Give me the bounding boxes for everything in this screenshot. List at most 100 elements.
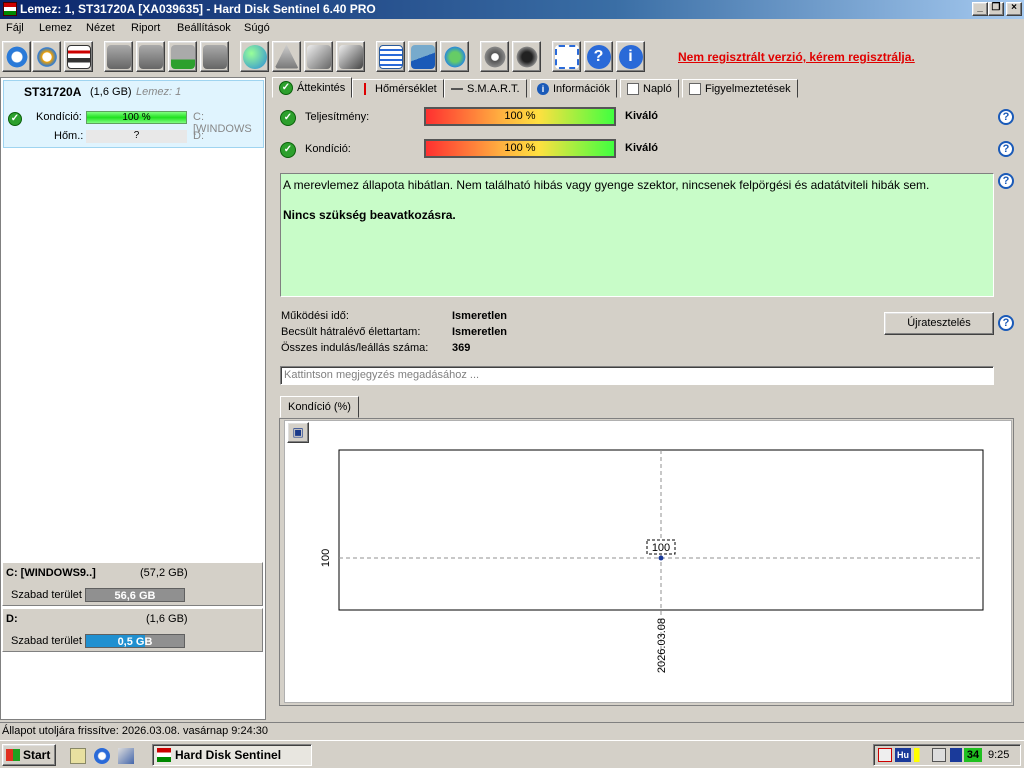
status-text: Állapot utoljára frissítve: 2026.03.08. … xyxy=(2,725,269,737)
tab-alerts[interactable]: Figyelmeztetések xyxy=(682,79,798,98)
help-icon[interactable]: ? xyxy=(998,109,1014,125)
disk-clock-icon xyxy=(138,44,163,69)
camera-icon xyxy=(554,44,579,69)
help-icon[interactable]: ? xyxy=(998,141,1014,157)
email-button[interactable] xyxy=(408,41,437,72)
disk-entry[interactable]: ST31720A (1,6 GB) Lemez: 1 ✓ Kondíció: 1… xyxy=(3,80,264,148)
tab-label: S.M.A.R.T. xyxy=(467,82,520,95)
menu-report[interactable]: Riport xyxy=(131,22,160,34)
check-icon: ✓ xyxy=(280,142,296,158)
tray-icon-2[interactable] xyxy=(932,748,946,762)
uptime-value: Ismeretlen xyxy=(452,310,508,322)
menu-help[interactable]: Súgó xyxy=(244,22,270,34)
menu-settings[interactable]: Beállítások xyxy=(177,22,231,34)
chart-tab-condition[interactable]: Kondíció (%) xyxy=(280,396,359,418)
tab-label: Hőmérséklet xyxy=(375,82,437,95)
tab-information[interactable]: i Információk xyxy=(530,79,617,98)
check-icon: ✓ xyxy=(280,110,296,126)
refresh-button[interactable] xyxy=(2,41,31,72)
volume-c-panel[interactable]: C: [WINDOWS9..] (57,2 GB) Szabad terület… xyxy=(2,562,263,606)
temperature-label: Hőm.: xyxy=(54,130,84,142)
show-desktop-icon[interactable] xyxy=(70,748,86,764)
sound-button[interactable] xyxy=(512,41,541,72)
disk-button-1[interactable] xyxy=(104,41,133,72)
disk-button-4[interactable] xyxy=(200,41,229,72)
tool-button-1[interactable] xyxy=(272,41,301,72)
taskbar-app-button[interactable]: Hard Disk Sentinel xyxy=(152,744,312,766)
note-input[interactable]: Kattintson megjegyzés megadásához ... xyxy=(280,366,994,385)
tab-temperature[interactable]: Hőmérséklet xyxy=(352,79,444,98)
gear-icon xyxy=(482,44,507,69)
volume-size: (1,6 GB) xyxy=(146,613,188,625)
volume-d-panel[interactable]: D: (1,6 GB) Szabad terület 0,5 GB xyxy=(2,608,263,652)
help-icon[interactable]: ? xyxy=(998,315,1014,331)
performance-bar: 100 % xyxy=(424,107,616,126)
network-report-button[interactable] xyxy=(440,41,469,72)
explorer-icon[interactable] xyxy=(118,748,134,764)
disk-details-icon xyxy=(66,44,91,69)
alerts-icon xyxy=(689,82,701,95)
task-label: Hard Disk Sentinel xyxy=(175,748,282,762)
check-icon: ✓ xyxy=(8,112,22,126)
performance-label: Teljesítmény: xyxy=(305,111,370,123)
browser-icon[interactable] xyxy=(94,748,110,764)
volume-d-label: D: xyxy=(193,130,204,142)
globe-icon xyxy=(242,44,267,69)
retest-button[interactable]: Újratesztelés xyxy=(884,312,994,335)
clock[interactable]: 9:25 xyxy=(988,749,1009,761)
temperature-tray[interactable]: 34 xyxy=(964,748,982,762)
tab-smart[interactable]: S.M.A.R.T. xyxy=(444,79,527,98)
tab-overview[interactable]: ✓ Áttekintés xyxy=(272,77,353,98)
tool-button-2[interactable] xyxy=(304,41,333,72)
volume-name: D: xyxy=(6,613,18,625)
question-icon: ? xyxy=(586,44,611,69)
language-indicator[interactable]: Hu xyxy=(895,748,911,762)
tool-button-3[interactable] xyxy=(336,41,365,72)
volume-size: (57,2 GB) xyxy=(140,567,188,579)
minimize-button[interactable]: _ xyxy=(972,2,988,16)
about-button[interactable]: i xyxy=(616,41,645,72)
uptime-label: Működési idő: xyxy=(281,310,349,322)
help-icon[interactable]: ? xyxy=(998,173,1014,189)
condition-label: Kondíció: xyxy=(36,111,82,123)
hdd-tray-icon[interactable] xyxy=(950,748,962,762)
menu-disk[interactable]: Lemez xyxy=(39,22,72,34)
disk-info-button[interactable] xyxy=(64,41,93,72)
report-button[interactable] xyxy=(376,41,405,72)
screenshot-button[interactable] xyxy=(552,41,581,72)
settings-button[interactable] xyxy=(480,41,509,72)
condition-rating: Kiváló xyxy=(625,142,659,154)
app-icon xyxy=(3,2,17,16)
tab-log[interactable]: Napló xyxy=(620,79,679,98)
window-title: Lemez: 1, ST31720A [XA039635] - Hard Dis… xyxy=(20,2,376,16)
disk-schedule-button[interactable] xyxy=(136,41,165,72)
recommendation: Nincs szükség beavatkozásra. xyxy=(283,208,456,222)
disk-check-button[interactable] xyxy=(168,41,197,72)
speaker-icon xyxy=(514,44,539,69)
maximize-button[interactable]: ❐ xyxy=(988,2,1004,16)
tray-icon-1[interactable] xyxy=(878,748,892,762)
tab-label: Figyelmeztetések xyxy=(705,82,791,95)
disk-number: Lemez: 1 xyxy=(136,86,182,98)
register-link[interactable]: Nem regisztrált verzió, kérem regisztrál… xyxy=(678,50,915,64)
info-icon: i xyxy=(618,44,643,69)
help-button[interactable]: ? xyxy=(584,41,613,72)
close-button[interactable]: × xyxy=(1006,2,1022,16)
volume-icon[interactable] xyxy=(914,748,928,762)
menu-file[interactable]: Fájl xyxy=(6,22,24,34)
lifetime-value: Ismeretlen xyxy=(452,326,508,338)
data-label: 100 xyxy=(652,542,670,554)
disk-check-icon xyxy=(170,44,195,69)
menu-view[interactable]: Nézet xyxy=(86,22,115,34)
network-button[interactable] xyxy=(240,41,269,72)
tab-label: Napló xyxy=(643,82,672,95)
free-space-bar: 0,5 GB xyxy=(85,634,185,648)
refresh-all-button[interactable] xyxy=(32,41,61,72)
report-icon xyxy=(378,44,403,69)
temperature-value: ? xyxy=(86,130,187,143)
condition-label: Kondíció: xyxy=(305,143,351,155)
start-button[interactable]: Start xyxy=(2,744,56,766)
system-tray: Hu 34 9:25 xyxy=(873,744,1021,766)
status-message-box: A merevlemez állapota hibátlan. Nem talá… xyxy=(280,173,994,297)
condition-bar: 100 % xyxy=(424,139,616,158)
